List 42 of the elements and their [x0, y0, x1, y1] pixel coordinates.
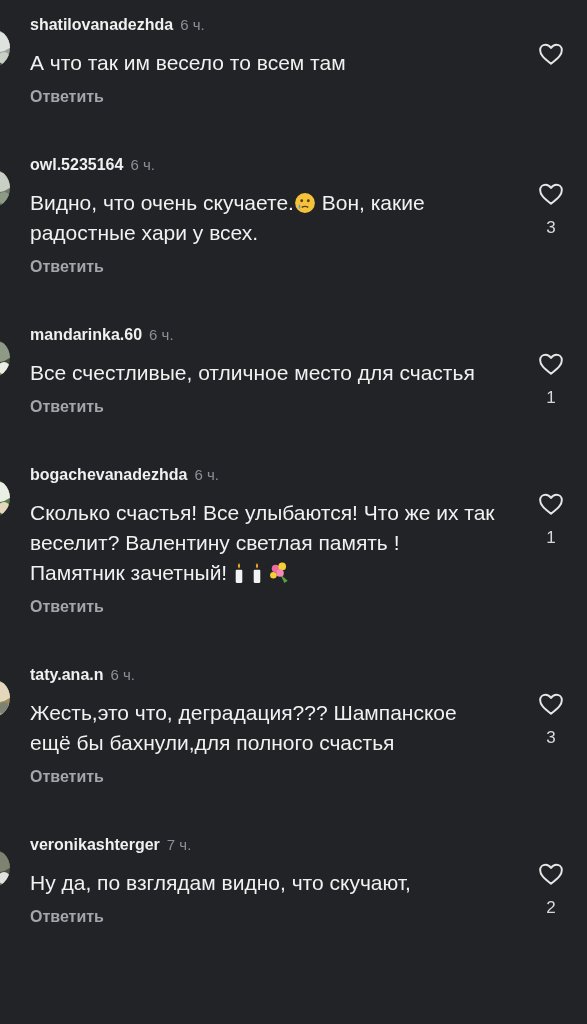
comment-text: Видно, что очень скучаете. Вон, какие радостные хари у всех. [30, 190, 426, 246]
comment-time: 7 ч. [166, 835, 192, 855]
like-button[interactable] [538, 492, 564, 516]
reply-link[interactable]: Ответить [30, 596, 104, 618]
comment-text: Ну да, по взглядам видно, что скучают, [30, 870, 412, 896]
reply-link[interactable]: Ответить [30, 86, 104, 108]
heart-icon [538, 492, 564, 516]
like-button[interactable] [538, 692, 564, 716]
heart-icon [538, 182, 564, 206]
reply-link[interactable]: Ответить [30, 256, 104, 278]
like-count: 3 [546, 728, 556, 748]
comment-time: 6 ч. [180, 15, 205, 35]
heart-icon [538, 692, 564, 716]
like-count: 1 [546, 388, 556, 408]
username[interactable]: shatilovanadezhda [30, 14, 174, 36]
username[interactable]: veronikashterger [30, 834, 160, 856]
like-button[interactable] [538, 182, 564, 206]
comment-time: 6 ч. [149, 325, 174, 345]
comment-time: 6 ч. [130, 155, 155, 175]
reply-link[interactable]: Ответить [30, 906, 104, 928]
like-button[interactable] [538, 42, 564, 66]
heart-icon [538, 862, 564, 886]
like-count: 3 [546, 218, 556, 238]
reply-link[interactable]: Ответить [30, 766, 104, 788]
username[interactable]: bogachevanadezhda [30, 464, 188, 486]
heart-icon [538, 352, 564, 376]
like-button[interactable] [538, 862, 564, 886]
comment-text: Все счестливые, отличное место для счастья [30, 360, 476, 386]
heart-icon [538, 42, 564, 66]
crying-face-icon [293, 192, 316, 214]
like-button[interactable] [538, 352, 564, 376]
comment-time: 6 ч. [194, 465, 219, 485]
like-count: 2 [546, 898, 556, 918]
username[interactable]: taty.ana.n [30, 664, 104, 686]
reply-link[interactable]: Ответить [30, 396, 104, 418]
comment-text: Сколько счастья! Все улыбаются! Что же их так веселит? Валентину светлая память ! Памятник зачетный! [30, 500, 496, 586]
comment-text: А что так им весело то всем там [30, 50, 347, 76]
username[interactable]: owl.5235164 [30, 154, 124, 176]
username[interactable]: mandarinka.60 [30, 324, 143, 346]
like-count: 1 [546, 528, 556, 548]
comment-text: Жесть,это что, деградация??? Шампанское ещё бы бахнули,для полного счастья [30, 700, 458, 756]
comment-time: 6 ч. [110, 665, 135, 685]
